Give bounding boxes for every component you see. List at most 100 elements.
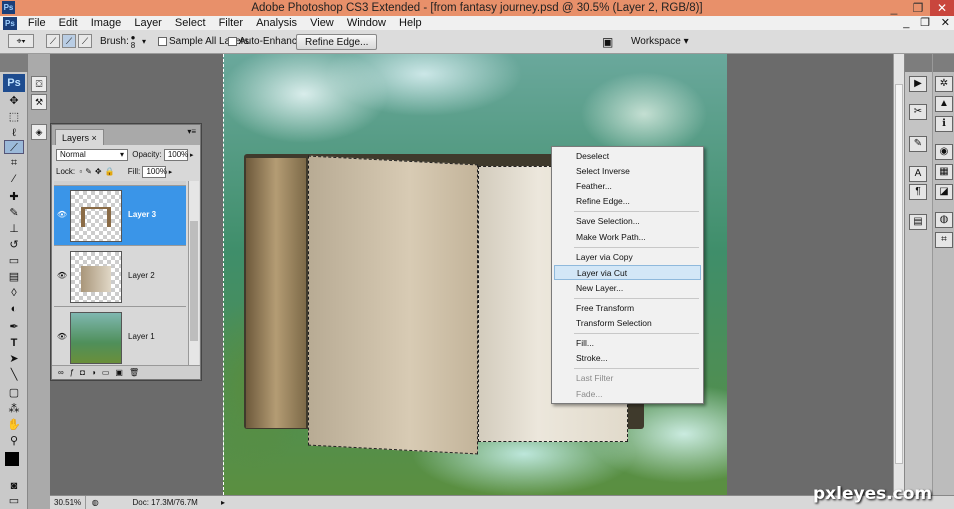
layer-style-icon[interactable]: ƒ [70, 368, 80, 377]
brush-size-picker[interactable]: ● 8 [128, 34, 138, 50]
minimize-button[interactable]: _ [882, 0, 906, 16]
menu-view[interactable]: View [305, 16, 339, 30]
type-tool-icon[interactable]: T [4, 336, 24, 350]
menu-item-stroke[interactable]: Stroke... [554, 351, 701, 366]
menu-filter[interactable]: Filter [214, 16, 248, 30]
menu-item-transform-selection[interactable]: Transform Selection [554, 316, 701, 331]
toolbox-header[interactable] [0, 54, 28, 72]
opacity-slider-arrow-icon[interactable]: ▸ [190, 152, 194, 159]
adjustment-layer-icon[interactable]: ◑ [91, 368, 102, 377]
crop-tool-icon[interactable]: ⌗ [4, 156, 24, 170]
foreground-color-swatch[interactable] [5, 452, 19, 466]
menu-item-feather[interactable]: Feather... [554, 179, 701, 194]
clone-stamp-icon[interactable]: ⊥ [4, 222, 24, 236]
layer-name[interactable]: Layer 3 [128, 208, 156, 222]
info-icon[interactable]: ℹ [935, 116, 953, 132]
menu-item-free-transform[interactable]: Free Transform [554, 301, 701, 316]
blend-mode-select[interactable]: Normal ▾ [56, 149, 128, 161]
layers-tab-close-icon[interactable]: × [92, 133, 97, 143]
eraser-tool-icon[interactable]: ▭ [4, 254, 24, 268]
healing-brush-icon[interactable]: ✚ [4, 190, 24, 204]
doc-restore-button[interactable]: ❐ [916, 16, 934, 30]
panel-menu-icon[interactable]: ▾≡ [187, 127, 196, 136]
fill-input[interactable]: 100% [142, 166, 167, 178]
canvas-vertical-scrollbar[interactable] [893, 54, 904, 495]
tools-panel-icon[interactable]: ✂ [909, 104, 927, 120]
menu-edit[interactable]: Edit [54, 16, 83, 30]
menu-layer[interactable]: Layer [129, 16, 167, 30]
slice-tool-icon[interactable]: ⁄ [4, 172, 24, 186]
lasso-tool-icon[interactable]: ℓ [4, 126, 24, 140]
dodge-tool-icon[interactable]: ◐ [4, 302, 24, 316]
paths-icon[interactable]: ⌗ [935, 232, 953, 248]
menu-item-select-inverse[interactable]: Select Inverse [554, 164, 701, 179]
menu-help[interactable]: Help [394, 16, 427, 30]
opacity-input[interactable]: 100% [163, 149, 188, 161]
hand-tool-icon[interactable]: ✋ [4, 418, 24, 432]
bridge-icon[interactable]: ▣ [602, 34, 613, 50]
swatches-icon[interactable]: ▦ [935, 164, 953, 180]
menu-item-make-work-path[interactable]: Make Work Path... [554, 230, 701, 245]
marquee-tool-icon[interactable]: ⬚ [4, 110, 24, 124]
color-panel-icon[interactable]: ◉ [935, 144, 953, 160]
path-selection-icon[interactable]: ➤ [4, 352, 24, 366]
move-tool-icon[interactable]: ✥ [4, 94, 24, 108]
eyedropper-tool-icon[interactable]: ⁂ [4, 402, 24, 416]
layer-name[interactable]: Layer 1 [128, 330, 155, 344]
menu-item-fill[interactable]: Fill... [554, 336, 701, 351]
ps-logo[interactable]: Ps [3, 74, 25, 92]
shape-tool-icon[interactable]: ╲ [4, 368, 24, 382]
dock-header[interactable] [933, 54, 954, 72]
new-selection-icon[interactable]: ⟋ [46, 34, 60, 48]
menu-item-refine-edge[interactable]: Refine Edge... [554, 194, 701, 209]
visibility-eye-icon[interactable]: 👁 [56, 331, 68, 343]
screen-mode-icon[interactable]: ▭ [4, 494, 24, 508]
layer-row-layer-3[interactable]: 👁 Layer 3 [54, 186, 186, 246]
visibility-eye-icon[interactable]: 👁 [56, 270, 68, 282]
character-panel-icon[interactable]: A [909, 166, 927, 182]
pen-tool-icon[interactable]: ✒ [4, 320, 24, 334]
doc-close-button[interactable]: ✕ [937, 16, 954, 30]
menu-select[interactable]: Select [170, 16, 211, 30]
layers-panel-icon[interactable]: ◈ [31, 124, 47, 140]
layer-name[interactable]: Layer 2 [128, 269, 155, 283]
histogram-icon[interactable]: ▲ [935, 96, 953, 112]
dock-header[interactable] [905, 54, 932, 72]
blur-tool-icon[interactable]: ◊ [4, 286, 24, 300]
visibility-eye-icon[interactable]: 👁 [56, 209, 68, 221]
paragraph-panel-icon[interactable]: ¶ [909, 184, 927, 200]
layer-thumbnail[interactable] [70, 190, 122, 242]
photoshop-app-icon[interactable]: Ps [2, 1, 15, 14]
chevron-down-icon[interactable]: ▾ [142, 34, 146, 50]
menu-window[interactable]: Window [342, 16, 391, 30]
workspace-menu[interactable]: Workspace ▾ [631, 34, 689, 50]
layers-scrollbar[interactable] [188, 181, 199, 365]
actions-panel-icon[interactable]: ▶ [909, 76, 927, 92]
navigator-panel-icon[interactable]: ⛋ [31, 76, 47, 92]
menu-item-new-layer[interactable]: New Layer... [554, 281, 701, 296]
zoom-tool-icon[interactable]: ⚲ [4, 434, 24, 448]
maximize-button[interactable]: ❐ [906, 0, 930, 16]
close-button[interactable]: ✕ [930, 0, 954, 16]
menu-item-deselect[interactable]: Deselect [554, 149, 701, 164]
delete-layer-icon[interactable]: 🗑 [129, 368, 145, 377]
doc-minimize-button[interactable]: _ [899, 16, 913, 30]
document-icon[interactable]: Ps [3, 17, 17, 31]
layer-row-layer-2[interactable]: 👁 Layer 2 [54, 247, 186, 307]
quick-mask-icon[interactable]: ◙ [4, 479, 24, 493]
add-to-selection-icon[interactable]: ⟋ [62, 34, 76, 48]
new-group-icon[interactable]: ▭ [102, 368, 116, 377]
fill-slider-arrow-icon[interactable]: ▸ [169, 169, 173, 176]
navigator-icon[interactable]: ✲ [935, 76, 953, 92]
menu-file[interactable]: File [23, 16, 51, 30]
layer-thumbnail[interactable] [70, 251, 122, 303]
layers-tab[interactable]: Layers × [55, 129, 104, 145]
layer-row-layer-1[interactable]: 👁 Layer 1 [54, 308, 186, 368]
refine-edge-button[interactable]: Refine Edge... [296, 34, 378, 50]
history-brush-icon[interactable]: ↺ [4, 238, 24, 252]
layer-thumbnail[interactable] [70, 312, 122, 364]
quick-selection-tool-icon[interactable]: ⟋ [4, 140, 24, 154]
link-layers-icon[interactable]: ∞ [58, 368, 70, 377]
lock-icons[interactable]: ▫✎✥🔒 [79, 167, 117, 176]
status-arrow-icon[interactable]: ▸ [221, 496, 225, 509]
